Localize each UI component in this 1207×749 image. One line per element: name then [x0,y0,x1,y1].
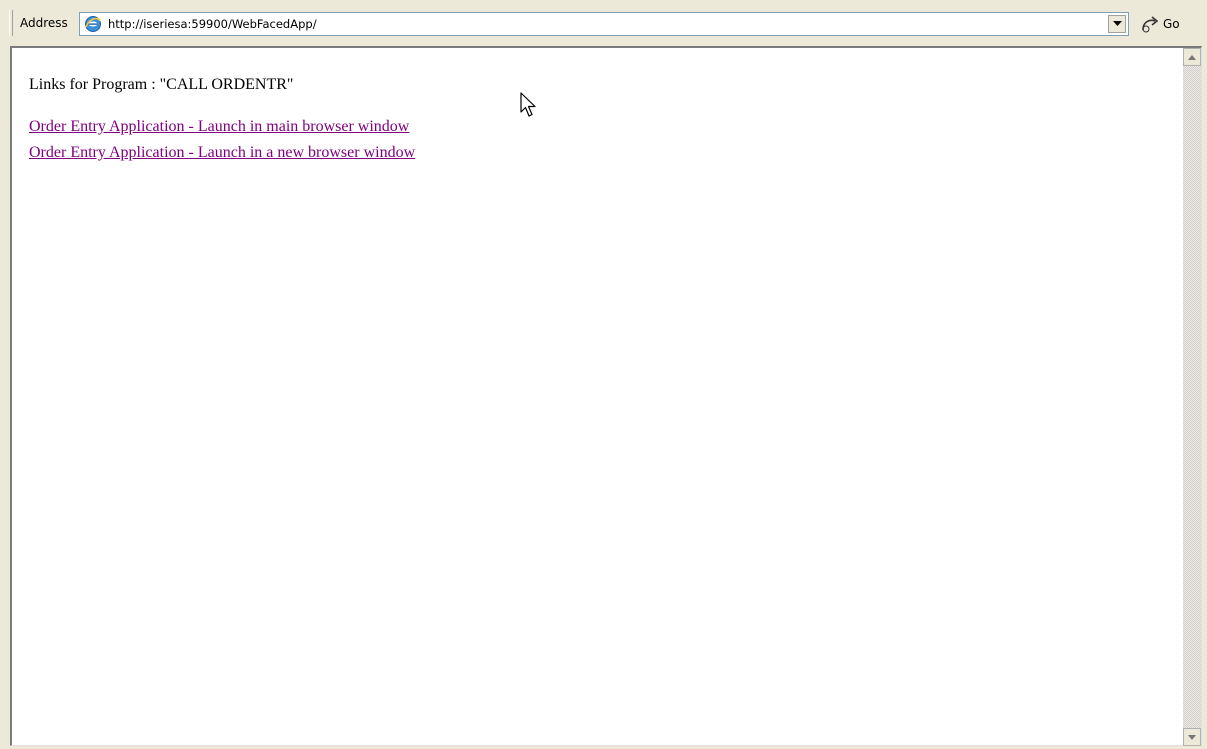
address-url[interactable]: http://iseriesa:59900/WebFacedApp/ [108,15,317,33]
scroll-up-button[interactable] [1183,48,1201,66]
scroll-down-icon [1188,734,1196,740]
page-content: Links for Program : "CALL ORDENTR" Order… [29,74,415,166]
address-label: Address [20,16,68,30]
scroll-up-icon [1188,54,1196,60]
go-button[interactable]: Go [1140,12,1198,36]
scroll-down-button[interactable] [1183,728,1201,746]
chevron-down-icon [1112,21,1122,26]
launch-main-window-link[interactable]: Order Entry Application - Launch in main… [29,114,415,140]
mouse-pointer-icon [520,92,536,117]
go-arrow-icon [1142,16,1159,33]
launch-new-window-link[interactable]: Order Entry Application - Launch in a ne… [29,140,415,166]
toolbar-grip[interactable] [9,10,13,36]
address-field[interactable]: http://iseriesa:59900/WebFacedApp/ [79,12,1129,36]
vertical-scrollbar[interactable] [1183,48,1201,746]
page-heading: Links for Program : "CALL ORDENTR" [29,76,294,93]
address-dropdown-button[interactable] [1108,15,1126,33]
address-toolbar: Address http://iseriesa:59900/WebFacedAp… [0,0,1207,46]
ie-page-icon [85,16,101,32]
page-viewport: Links for Program : "CALL ORDENTR" Order… [10,46,1202,746]
go-label: Go [1163,17,1180,31]
